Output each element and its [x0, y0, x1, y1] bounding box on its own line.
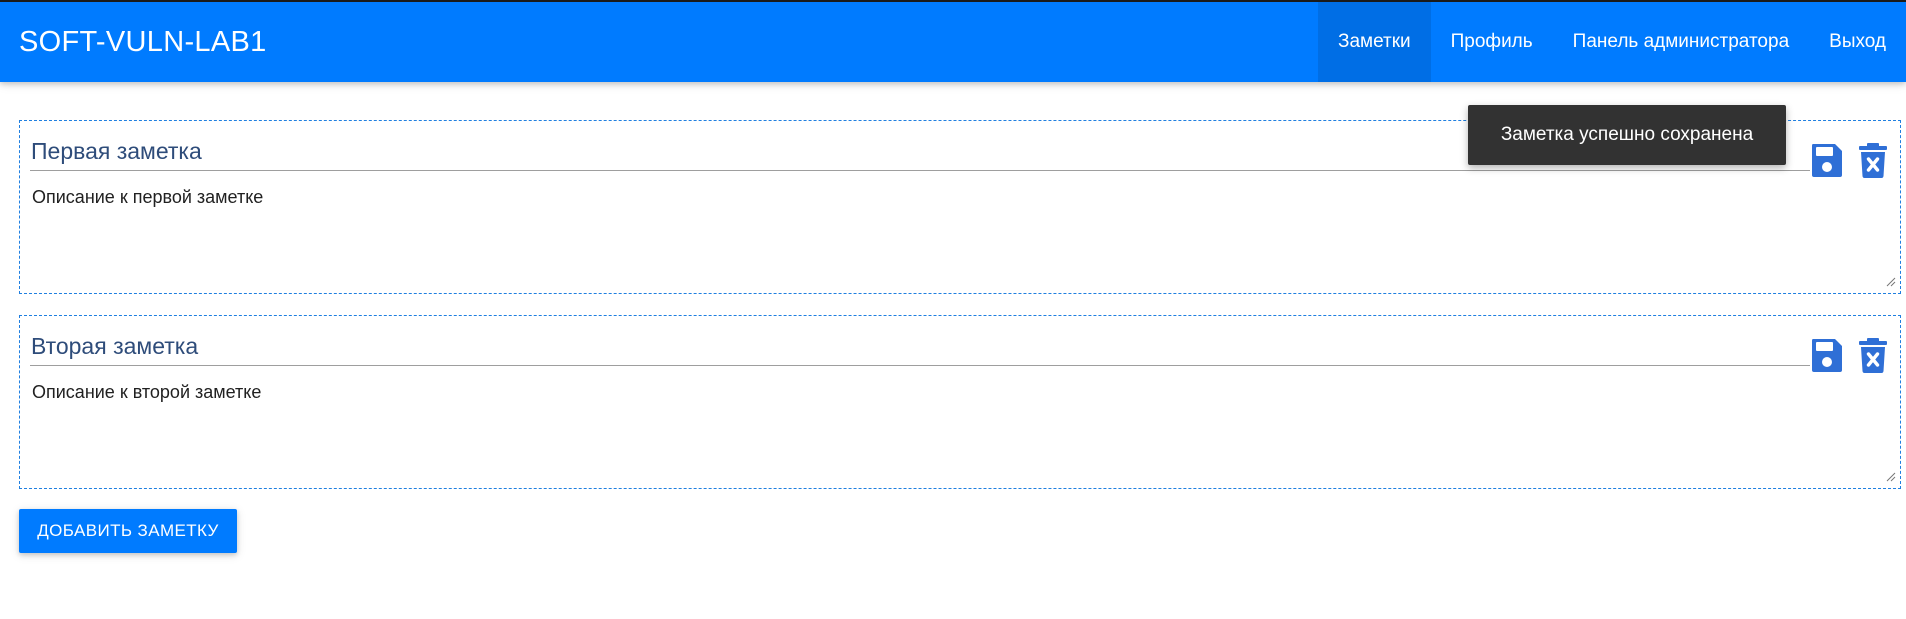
nav-item-logout[interactable]: Выход [1809, 2, 1906, 82]
floppy-disk-icon [1812, 339, 1842, 372]
save-note-button[interactable] [1810, 336, 1844, 374]
brand-title[interactable]: SOFT-VULN-LAB1 [19, 26, 267, 59]
note-description-textarea[interactable]: Описание к второй заметке [30, 378, 1892, 482]
save-note-button[interactable] [1810, 141, 1844, 179]
resize-grip-icon[interactable] [1886, 277, 1896, 287]
floppy-disk-icon [1812, 144, 1842, 177]
nav-item-profile[interactable]: Профиль [1431, 2, 1553, 82]
delete-note-button[interactable] [1856, 336, 1890, 374]
note-title-input[interactable] [30, 328, 1810, 366]
top-navbar: SOFT-VULN-LAB1 Заметки Профиль Панель ад… [0, 0, 1906, 82]
nav-item-notes[interactable]: Заметки [1317, 2, 1431, 82]
toast-notification: Заметка успешно сохранена [1468, 105, 1786, 165]
note-description-textarea[interactable]: Описание к первой заметке [30, 183, 1892, 287]
resize-grip-icon[interactable] [1886, 472, 1896, 482]
trash-delete-icon [1859, 143, 1887, 178]
delete-note-button[interactable] [1856, 141, 1890, 179]
nav-menu: Заметки Профиль Панель администратора Вы… [1317, 2, 1906, 82]
trash-delete-icon [1859, 338, 1887, 373]
nav-item-admin-panel[interactable]: Панель администратора [1553, 2, 1809, 82]
note-card: Описание к второй заметке [19, 315, 1901, 489]
add-note-button[interactable]: ДОБАВИТЬ ЗАМЕТКУ [19, 509, 237, 553]
